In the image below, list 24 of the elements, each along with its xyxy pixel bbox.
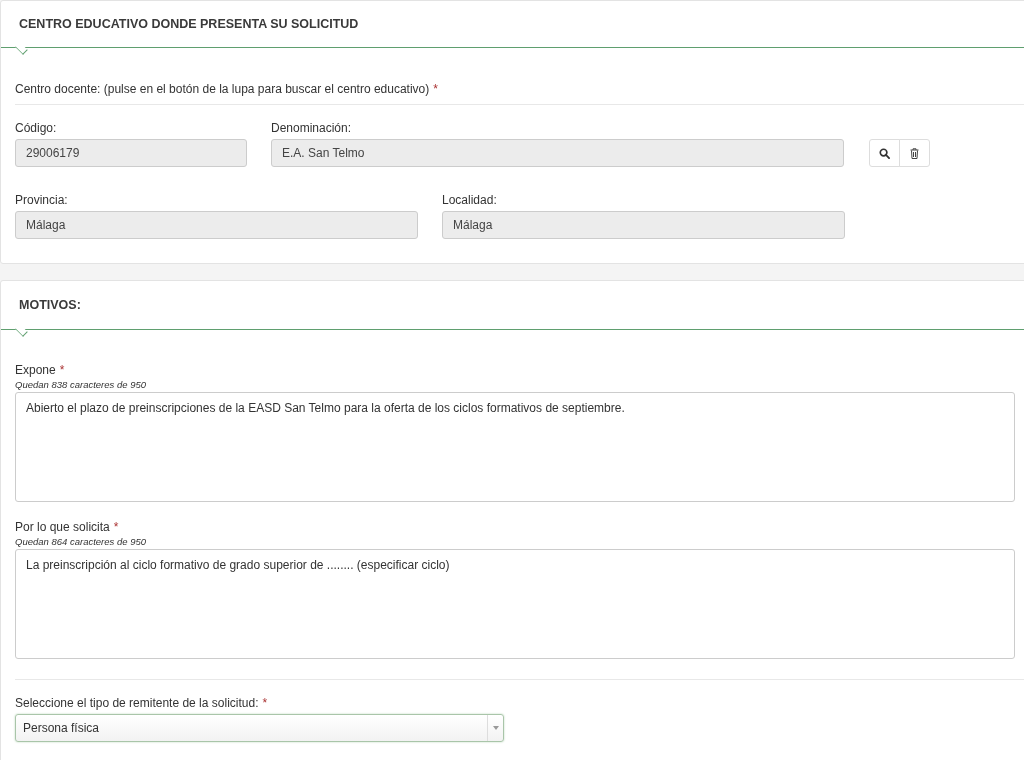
character-counter: Quedan 838 caracteres de 950 xyxy=(15,379,147,390)
select-dropdown[interactable]: Persona física xyxy=(15,714,504,742)
field-label: Por lo que solicita xyxy=(15,520,110,534)
required-asterisk: * xyxy=(262,696,268,710)
field-label: Código: xyxy=(15,121,58,135)
field-label: Expone xyxy=(15,363,56,377)
field-label: Localidad: xyxy=(442,193,498,207)
caret-icon xyxy=(492,726,499,730)
search-button[interactable] xyxy=(869,139,900,167)
delete-button[interactable] xyxy=(899,139,930,167)
section-title: CENTRO EDUCATIVO DONDE PRESENTA SU SOLICITUD xyxy=(19,17,359,31)
field-label: Denominación: xyxy=(271,121,353,135)
instruction-text: Centro docente: (pulse en el botón de la lupa para buscar el centro educativo) xyxy=(15,82,430,96)
field-label: Provincia: xyxy=(15,193,69,207)
search-icon xyxy=(879,147,890,159)
character-counter: Quedan 864 caracteres de 950 xyxy=(15,536,147,547)
text-area[interactable]: La preinscripción al ciclo formativo de grado superior de ........ (especificar ciclo) xyxy=(15,549,1015,659)
required-asterisk: * xyxy=(113,520,119,534)
section-title: MOTIVOS: xyxy=(19,298,81,312)
required-asterisk: * xyxy=(433,82,438,96)
required-asterisk: * xyxy=(59,363,65,377)
field-label: Seleccione el tipo de remitente de la solicitud: xyxy=(15,696,259,710)
text-area[interactable]: Abierto el plazo de preinscripciones de la EASD San Telmo para la oferta de los ciclos formativos de septiembre. xyxy=(15,392,1015,502)
trash-icon xyxy=(910,147,919,159)
